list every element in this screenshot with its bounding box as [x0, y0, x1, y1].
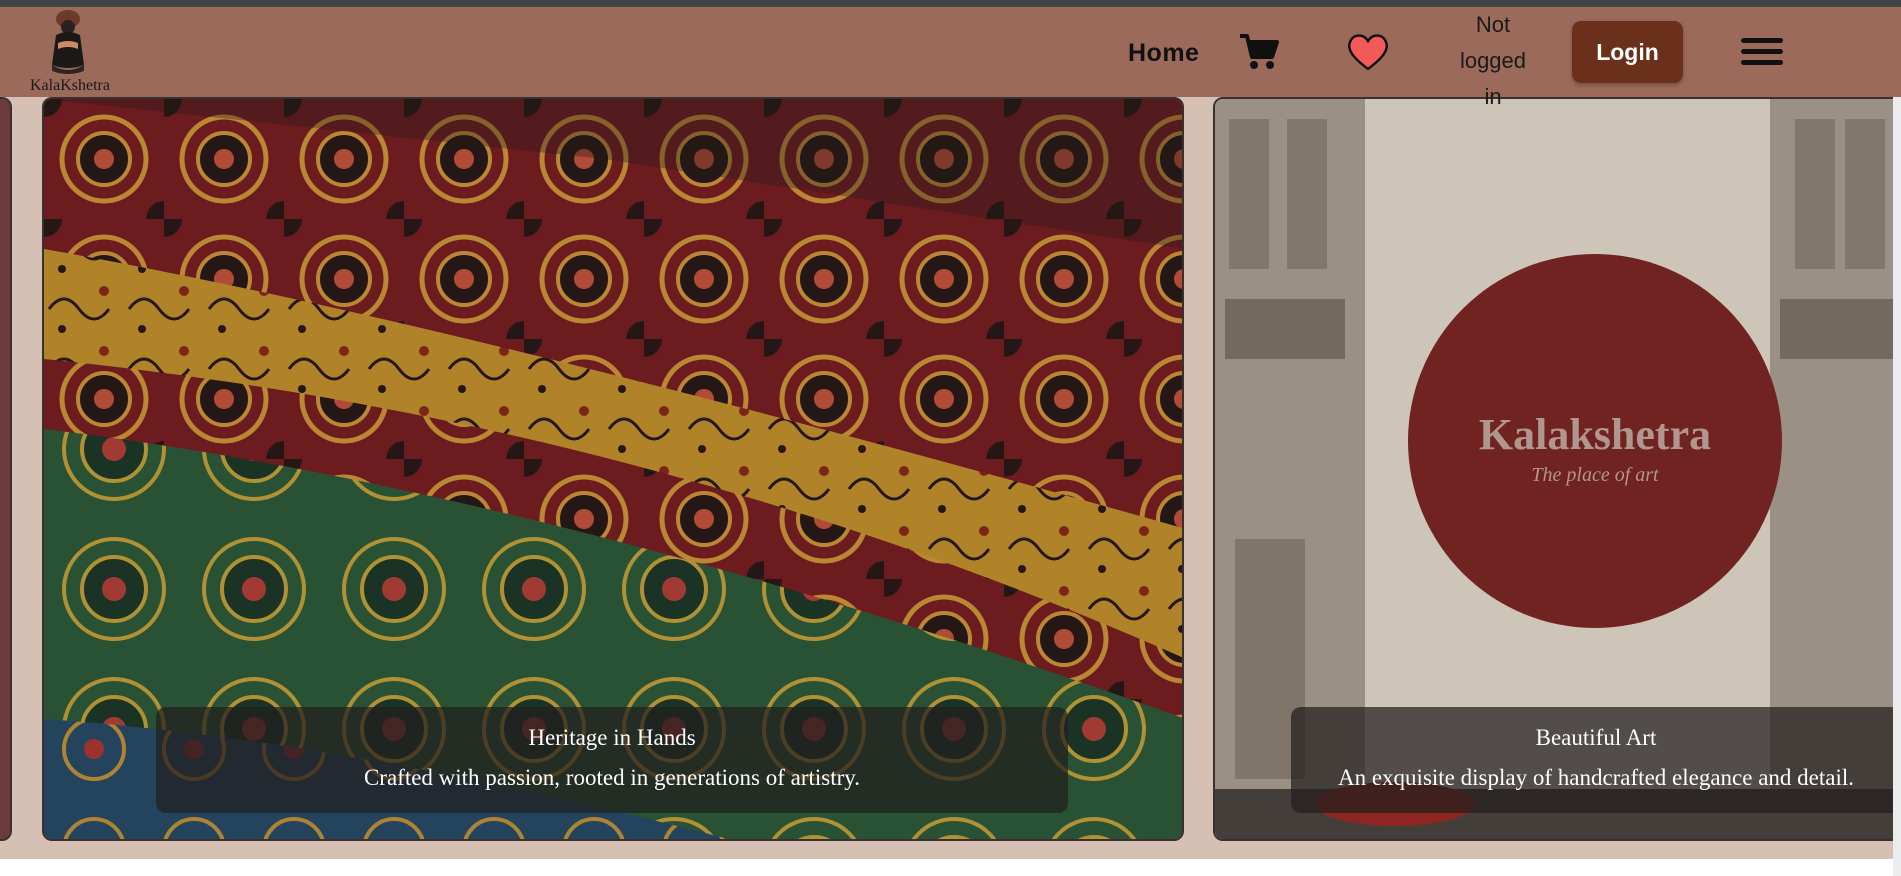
login-status-line: Not [1475, 12, 1511, 37]
login-status: Not logged in [1446, 7, 1540, 115]
slide-description: Crafted with passion, rooted in generati… [363, 765, 861, 790]
logo-figure-icon [52, 10, 84, 74]
slide-title: Beautiful Art [1535, 725, 1657, 750]
page-bottom [0, 859, 1901, 876]
navbar: KalaKshetra Home Not logged in Login [0, 7, 1901, 109]
carousel-slide-beautiful-art[interactable]: Kalakshetra The place of art Beautiful A… [1213, 97, 1901, 841]
window-top-strip [0, 0, 1901, 7]
brand-name: KalaKshetra [30, 77, 110, 94]
slide-description: An exquisite display of handcrafted eleg… [1337, 765, 1855, 790]
vertical-scrollbar[interactable] [1893, 97, 1901, 876]
shopping-cart-icon [1240, 34, 1279, 69]
login-status-line: in [1484, 84, 1502, 109]
slide-title: Heritage in Hands [528, 725, 696, 750]
wishlist-button[interactable] [1346, 32, 1390, 77]
slide-caption: Heritage in Hands Crafted with passion, … [156, 707, 1068, 813]
hamburger-menu-icon[interactable] [1741, 38, 1783, 66]
login-button[interactable]: Login [1572, 21, 1683, 83]
login-status-line: logged [1459, 48, 1527, 73]
nav-home-link[interactable]: Home [1128, 39, 1199, 68]
heart-icon [1348, 34, 1388, 71]
hero-carousel[interactable]: Heritage in Hands Crafted with passion, … [0, 97, 1901, 859]
cart-button[interactable] [1238, 33, 1280, 76]
carousel-slide-heritage[interactable]: Heritage in Hands Crafted with passion, … [42, 97, 1184, 841]
slide-caption: Beautiful Art An exquisite display of ha… [1291, 707, 1901, 813]
brand-logo[interactable]: KalaKshetra [22, 7, 118, 97]
carousel-slide-previous[interactable] [0, 97, 12, 841]
